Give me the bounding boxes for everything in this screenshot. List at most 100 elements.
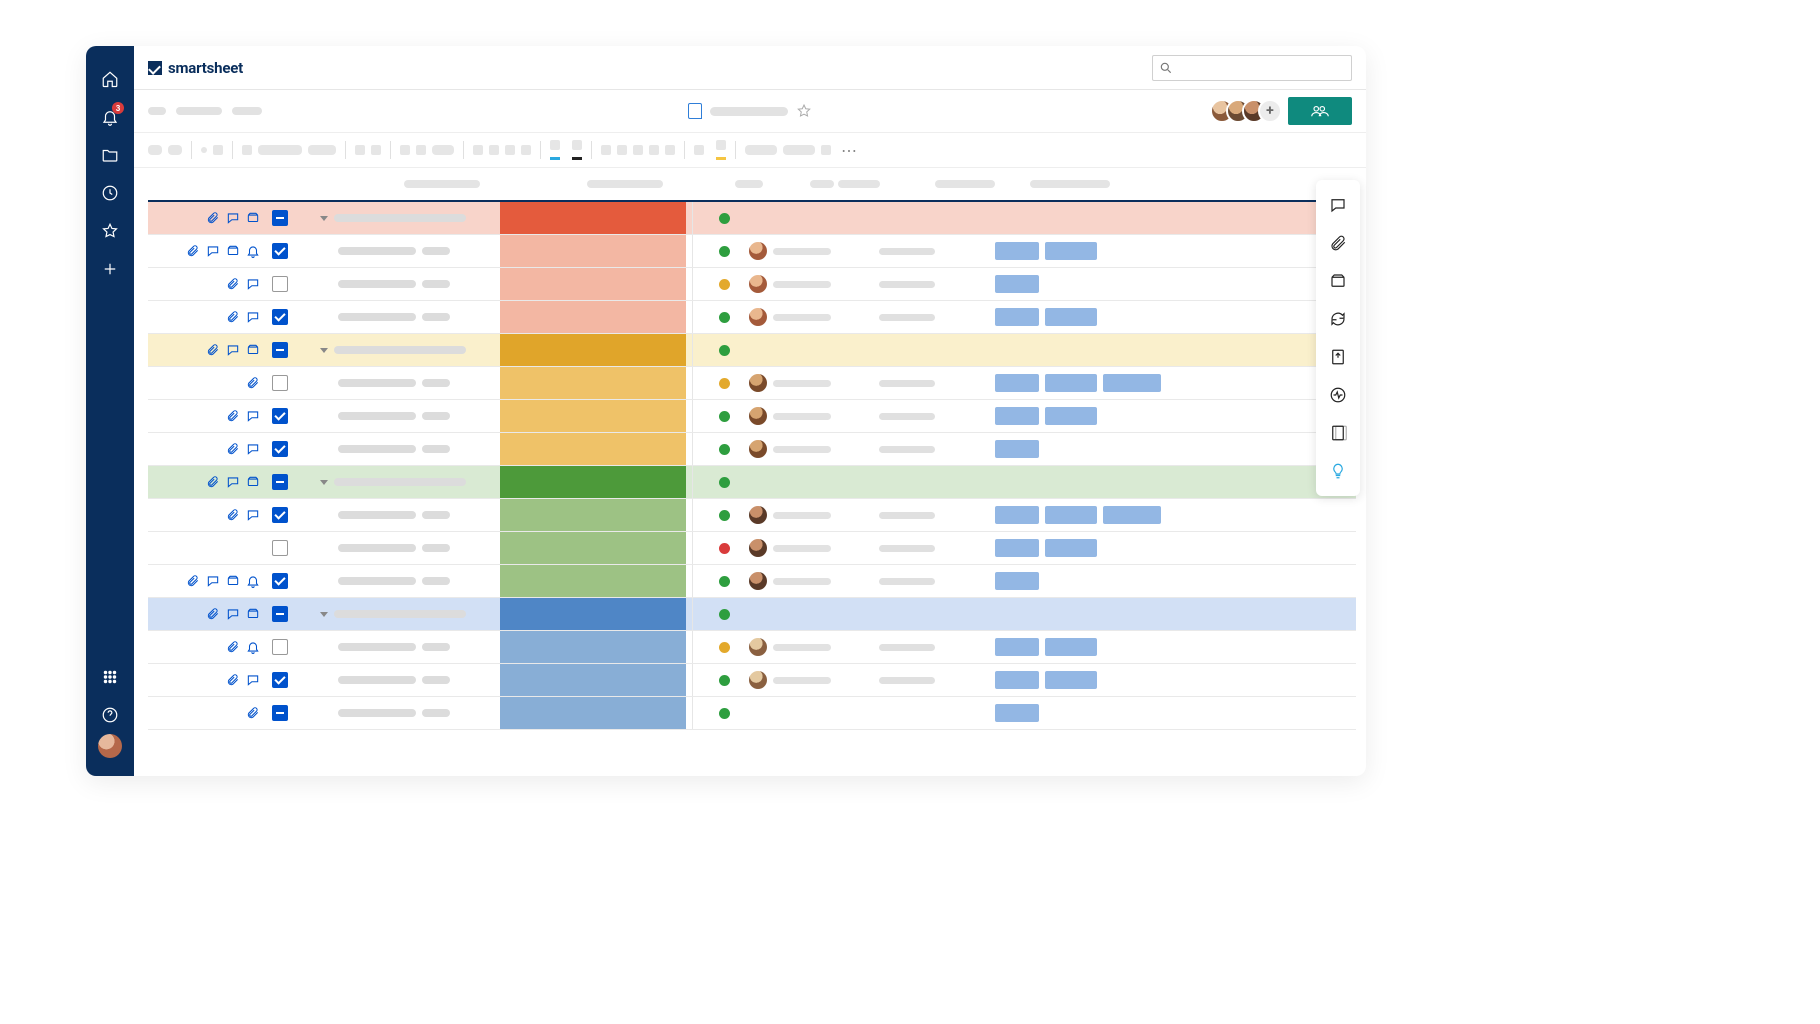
date-cell[interactable]	[879, 380, 989, 387]
health-cell[interactable]	[699, 213, 749, 224]
toolbar-btn[interactable]	[633, 145, 643, 155]
sheet-title[interactable]	[688, 103, 812, 119]
search-input[interactable]	[1152, 55, 1352, 81]
collapse-icon[interactable]	[320, 216, 328, 221]
date-cell[interactable]	[879, 413, 989, 420]
toolbar-btn[interactable]	[213, 145, 223, 155]
checkbox[interactable]	[272, 540, 288, 556]
task-name-cell[interactable]	[320, 709, 500, 717]
table-row[interactable]	[148, 664, 1356, 697]
assignee-cell[interactable]	[749, 275, 879, 293]
task-name-cell[interactable]	[320, 676, 500, 684]
checkbox[interactable]	[272, 210, 288, 226]
collapse-icon[interactable]	[320, 480, 328, 485]
attach-icon[interactable]	[226, 409, 240, 423]
tags-cell[interactable]	[989, 440, 1356, 458]
toolbar-btn[interactable]	[201, 147, 207, 153]
toolbar-highlight[interactable]	[716, 140, 726, 160]
comment-icon[interactable]	[206, 244, 220, 258]
date-cell[interactable]	[879, 545, 989, 552]
table-row[interactable]	[148, 631, 1356, 664]
health-cell[interactable]	[699, 279, 749, 290]
task-name-cell[interactable]	[320, 379, 500, 387]
status-color-cell[interactable]	[500, 466, 686, 498]
assignee-cell[interactable]	[749, 440, 879, 458]
tags-cell[interactable]	[989, 308, 1356, 326]
dock-publish[interactable]	[1316, 338, 1360, 376]
toolbar-btn[interactable]	[665, 145, 675, 155]
checkbox[interactable]	[272, 573, 288, 589]
status-color-cell[interactable]	[500, 268, 686, 300]
tags-cell[interactable]	[989, 242, 1356, 260]
nav-notifications[interactable]: 3	[86, 98, 134, 136]
tags-cell[interactable]	[989, 506, 1356, 524]
checkbox[interactable]	[272, 375, 288, 391]
table-row[interactable]	[148, 466, 1356, 499]
checkbox[interactable]	[272, 507, 288, 523]
checkbox[interactable]	[272, 309, 288, 325]
assignee-cell[interactable]	[749, 374, 879, 392]
proof-icon[interactable]	[226, 574, 240, 588]
attach-icon[interactable]	[226, 277, 240, 291]
proof-icon[interactable]	[246, 343, 260, 357]
toolbar-btn[interactable]	[416, 145, 426, 155]
task-name-cell[interactable]	[320, 511, 500, 519]
health-cell[interactable]	[699, 609, 749, 620]
attach-icon[interactable]	[226, 508, 240, 522]
comment-icon[interactable]	[206, 574, 220, 588]
reminder-icon[interactable]	[246, 640, 260, 654]
table-row[interactable]	[148, 301, 1356, 334]
checkbox[interactable]	[272, 342, 288, 358]
comment-icon[interactable]	[226, 343, 240, 357]
task-name-cell[interactable]	[320, 247, 500, 255]
date-cell[interactable]	[879, 248, 989, 255]
table-row[interactable]	[148, 532, 1356, 565]
toolbar-btn[interactable]	[649, 145, 659, 155]
health-cell[interactable]	[699, 411, 749, 422]
status-color-cell[interactable]	[500, 433, 686, 465]
status-color-cell[interactable]	[500, 202, 686, 234]
reminder-icon[interactable]	[246, 244, 260, 258]
task-name-cell[interactable]	[320, 610, 500, 618]
health-cell[interactable]	[699, 444, 749, 455]
comment-icon[interactable]	[246, 442, 260, 456]
assignee-cell[interactable]	[749, 242, 879, 260]
toolbar-btn[interactable]	[505, 145, 515, 155]
checkbox[interactable]	[272, 606, 288, 622]
task-name-cell[interactable]	[320, 280, 500, 288]
checkbox[interactable]	[272, 474, 288, 490]
attach-icon[interactable]	[206, 211, 220, 225]
table-row[interactable]	[148, 235, 1356, 268]
toolbar-btn[interactable]	[521, 145, 531, 155]
assignee-cell[interactable]	[749, 671, 879, 689]
health-cell[interactable]	[699, 378, 749, 389]
health-cell[interactable]	[699, 312, 749, 323]
task-name-cell[interactable]	[320, 478, 500, 486]
status-color-cell[interactable]	[500, 367, 686, 399]
table-row[interactable]	[148, 334, 1356, 367]
nav-help[interactable]	[86, 696, 134, 734]
table-row[interactable]	[148, 268, 1356, 301]
table-row[interactable]	[148, 433, 1356, 466]
collapse-icon[interactable]	[320, 348, 328, 353]
toolbar-btn[interactable]	[355, 145, 365, 155]
favorite-star-icon[interactable]	[796, 103, 812, 119]
health-cell[interactable]	[699, 543, 749, 554]
comment-icon[interactable]	[246, 508, 260, 522]
proof-icon[interactable]	[246, 475, 260, 489]
toolbar-btn[interactable]	[168, 145, 182, 155]
toolbar-btn[interactable]	[258, 145, 302, 155]
health-cell[interactable]	[699, 675, 749, 686]
date-cell[interactable]	[879, 281, 989, 288]
tags-cell[interactable]	[989, 407, 1356, 425]
table-row[interactable]	[148, 367, 1356, 400]
attach-icon[interactable]	[246, 376, 260, 390]
date-cell[interactable]	[879, 677, 989, 684]
health-cell[interactable]	[699, 576, 749, 587]
dock-activity-log[interactable]	[1316, 376, 1360, 414]
task-name-cell[interactable]	[320, 577, 500, 585]
nav-browse[interactable]	[86, 136, 134, 174]
dock-summary[interactable]	[1316, 414, 1360, 452]
toolbar-fill-color[interactable]	[550, 140, 560, 160]
attach-icon[interactable]	[226, 310, 240, 324]
